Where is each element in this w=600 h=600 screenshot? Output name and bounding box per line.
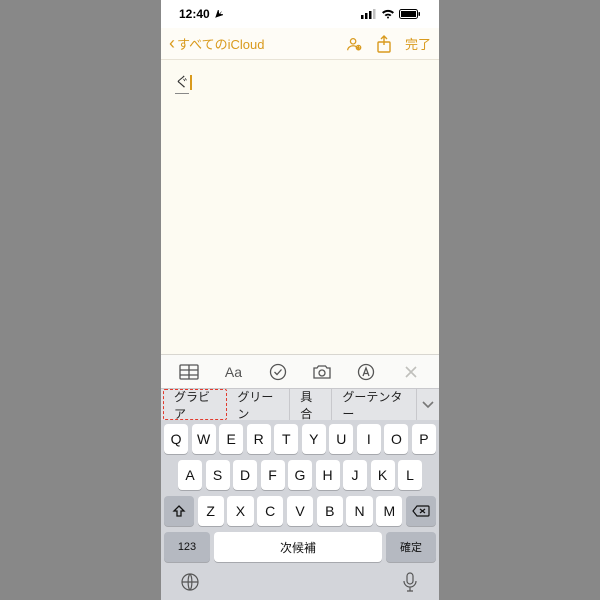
suggestion-bar: グラビア グリーン 具合 グーテンター	[161, 388, 439, 420]
key-q[interactable]: Q	[164, 424, 188, 454]
keyboard: Q W E R T Y U I O P A S D F G H J K L Z	[161, 420, 439, 600]
confirm-key[interactable]: 確定	[386, 532, 436, 562]
mode-key[interactable]: 123	[164, 532, 210, 562]
keyboard-extra-row	[164, 568, 436, 594]
signal-icon	[361, 9, 377, 19]
shift-key[interactable]	[164, 496, 194, 526]
text-cursor	[190, 75, 192, 90]
key-g[interactable]: G	[288, 460, 312, 490]
globe-icon[interactable]	[178, 570, 202, 594]
suggestion-item-2[interactable]: 具合	[290, 389, 332, 420]
key-r[interactable]: R	[247, 424, 271, 454]
key-j[interactable]: J	[343, 460, 367, 490]
key-o[interactable]: O	[384, 424, 408, 454]
markup-icon[interactable]	[353, 359, 379, 385]
back-button[interactable]: ‹ すべてのiCloud	[169, 33, 264, 54]
status-bar: 12:40	[161, 0, 439, 28]
key-row-1: Q W E R T Y U I O P	[164, 424, 436, 454]
space-key[interactable]: 次候補	[214, 532, 382, 562]
suggestion-item-1[interactable]: グリーン	[227, 389, 290, 420]
checklist-icon[interactable]	[265, 359, 291, 385]
key-i[interactable]: I	[357, 424, 381, 454]
key-x[interactable]: X	[227, 496, 253, 526]
key-f[interactable]: F	[261, 460, 285, 490]
location-icon	[214, 10, 223, 19]
key-l[interactable]: L	[398, 460, 422, 490]
note-text: ぐ	[175, 72, 189, 94]
key-h[interactable]: H	[316, 460, 340, 490]
suggestion-item-0[interactable]: グラビア	[163, 389, 227, 420]
suggestion-item-3[interactable]: グーテンター	[332, 389, 416, 420]
mic-icon[interactable]	[398, 570, 422, 594]
chevron-left-icon: ‹	[169, 33, 175, 54]
key-n[interactable]: N	[346, 496, 372, 526]
camera-icon[interactable]	[309, 359, 335, 385]
done-button[interactable]: 完了	[405, 34, 431, 53]
key-e[interactable]: E	[219, 424, 243, 454]
nav-bar: ‹ すべてのiCloud 完了	[161, 28, 439, 60]
status-time: 12:40	[179, 7, 210, 21]
close-toolbar-icon[interactable]	[398, 359, 424, 385]
key-d[interactable]: D	[233, 460, 257, 490]
key-t[interactable]: T	[274, 424, 298, 454]
share-icon[interactable]	[375, 35, 393, 53]
status-indicators	[361, 9, 421, 19]
key-b[interactable]: B	[317, 496, 343, 526]
wifi-icon	[381, 9, 395, 19]
key-row-3: Z X C V B N M	[164, 496, 436, 526]
status-time-area: 12:40	[179, 7, 223, 21]
backspace-key[interactable]	[406, 496, 436, 526]
phone-frame: 12:40 ‹ すべてのiCloud 完了 ぐ Aa	[161, 0, 439, 600]
collaborate-icon[interactable]	[345, 35, 363, 53]
text-format-icon[interactable]: Aa	[220, 359, 246, 385]
nav-actions: 完了	[345, 34, 431, 53]
key-w[interactable]: W	[192, 424, 216, 454]
back-label: すべてのiCloud	[177, 34, 264, 53]
battery-icon	[399, 9, 421, 19]
key-y[interactable]: Y	[302, 424, 326, 454]
key-a[interactable]: A	[178, 460, 202, 490]
key-k[interactable]: K	[371, 460, 395, 490]
key-v[interactable]: V	[287, 496, 313, 526]
suggestion-expand[interactable]	[416, 389, 439, 420]
format-toolbar: Aa	[161, 354, 439, 388]
key-u[interactable]: U	[329, 424, 353, 454]
key-p[interactable]: P	[412, 424, 436, 454]
key-z[interactable]: Z	[198, 496, 224, 526]
key-c[interactable]: C	[257, 496, 283, 526]
note-editor[interactable]: ぐ	[161, 60, 439, 354]
key-m[interactable]: M	[376, 496, 402, 526]
table-icon[interactable]	[176, 359, 202, 385]
key-row-4: 123 次候補 確定	[164, 532, 436, 562]
key-row-2: A S D F G H J K L	[164, 460, 436, 490]
key-s[interactable]: S	[206, 460, 230, 490]
